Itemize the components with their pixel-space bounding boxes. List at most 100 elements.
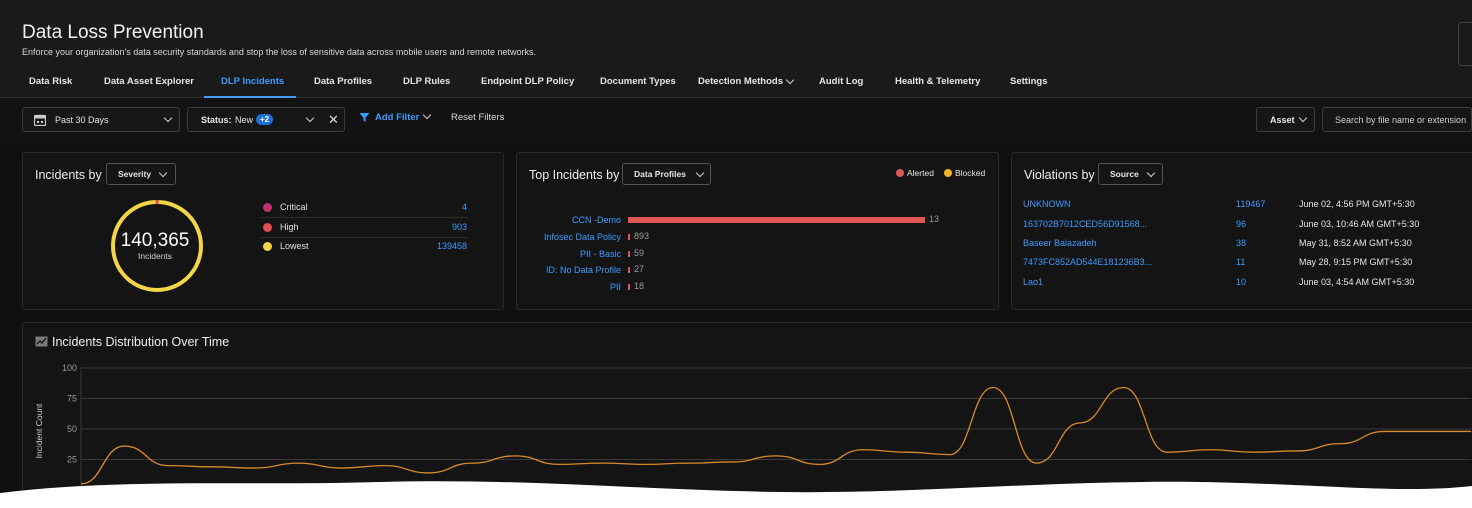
reset-filters-button[interactable]: Reset Filters [451,112,504,123]
tab-dlp-rules[interactable]: DLP Rules [403,76,450,87]
calendar-icon [34,114,46,126]
y-tick-label: 75 [67,394,77,404]
x-tick-label: May 28 [1180,496,1208,506]
violation-count[interactable]: 10 [1236,277,1246,287]
chevron-down-icon [1298,113,1308,123]
bar-value-label: 27 [634,264,645,274]
violation-source[interactable]: Lao1 [1023,277,1043,287]
lowest-dot-icon [263,242,272,251]
bar-mark[interactable] [628,217,925,223]
chevron-down-icon[interactable] [785,75,795,85]
search-input[interactable]: Search by file name or extension [1322,107,1472,132]
clear-filter-icon[interactable]: ✕ [328,112,339,128]
top-incidents-panel: Top Incidents by Data Profiles Alerted B… [516,152,999,310]
tab-data-profiles[interactable]: Data Profiles [314,76,372,87]
x-tick-label: Jun 02 [1406,496,1432,506]
violation-time: June 03, 10:46 AM GMT+5:30 [1299,219,1420,229]
y-axis-label: Incident Count [34,403,44,458]
distribution-panel: Incidents Distribution Over Time 100 75 50… [22,322,1472,508]
violation-time: May 31, 8:52 AM GMT+5:30 [1299,238,1412,248]
violation-time: June 02, 4:56 PM GMT+5:30 [1299,199,1415,209]
bar-mark[interactable] [628,267,630,273]
bar-category-label[interactable]: CCN -Demo [521,215,621,225]
chevron-down-icon [305,113,315,123]
tab-health-telemetry[interactable]: Health & Telemetry [895,76,980,87]
violation-source[interactable]: Baseer Balazadeh [1023,238,1097,248]
tab-data-risk[interactable]: Data Risk [29,76,72,87]
x-tick-label: May 31 [1317,496,1345,506]
bar-category-label[interactable]: PII [521,282,621,292]
x-tick-label: May 13 [486,496,514,506]
x-tick-label: May 15 [579,496,607,506]
chevron-down-icon [163,113,173,123]
tab-dlp-incidents[interactable]: DLP Incidents [221,76,284,87]
incidents-total: 140,365 [120,230,190,251]
x-tick-label: May 29 [1226,496,1254,506]
violation-source[interactable]: 7473FC852AD544E181236B3... [1023,257,1152,267]
panel-title: Violations by [1024,168,1095,182]
violation-time: May 28, 9:15 PM GMT+5:30 [1299,257,1413,267]
incident-count-series-line[interactable] [80,386,1471,485]
tab-data-asset-explorer[interactable]: Data Asset Explorer [104,76,194,87]
bar-category-label[interactable]: ID: No Data Profile [521,265,621,275]
filter-bar: Past 30 Days Status: New +2 ✕ Add Filter… [0,99,1472,142]
severity-select[interactable]: Severity [106,163,176,185]
bar-category-label[interactable]: PII - Basic [521,249,621,259]
severity-count[interactable]: 903 [452,222,467,232]
violation-count[interactable]: 11 [1236,257,1245,267]
x-tick-label: May 16 [624,496,652,506]
date-range-value: Past 30 Days [55,115,109,125]
incidents-by-severity-panel: Incidents by Severity 140,365 Incidents … [22,152,504,310]
page-subtitle: Enforce your organization's data securit… [22,47,536,57]
chevron-down-icon [158,168,168,178]
tab-document-types[interactable]: Document Types [600,76,676,87]
incidents-total-label: Incidents [137,251,173,261]
panel-title: Incidents by [35,168,102,182]
chevron-down-icon[interactable] [422,110,432,120]
violation-source[interactable]: 163702B7012CED56D91568... [1023,219,1147,229]
filter-icon[interactable] [359,112,370,123]
severity-label: High [280,222,299,232]
header-action-box[interactable] [1458,22,1472,66]
severity-row[interactable]: Lowest 139458 [261,238,467,257]
severity-count[interactable]: 139458 [437,241,467,251]
source-select-value: Source [1110,169,1139,179]
status-filter[interactable]: Status: New +2 ✕ [187,107,345,132]
tab-endpoint-dlp-policy[interactable]: Endpoint DLP Policy [481,76,574,87]
bar-mark[interactable] [628,284,630,290]
app-header: Data Loss Prevention Enforce your organi… [0,0,1472,98]
violation-source[interactable]: UNKNOWN [1023,199,1071,209]
asset-select-value: Asset [1270,115,1295,125]
bar-value-label: 18 [634,281,645,291]
x-tick-label: May 14 [532,496,560,506]
severity-row[interactable]: Critical 4 [261,199,467,218]
y-tick-label: 100 [62,363,77,373]
asset-select[interactable]: Asset [1256,107,1315,132]
tab-audit-log[interactable]: Audit Log [819,76,863,87]
bar-mark[interactable] [628,251,630,257]
violation-count[interactable]: 96 [1236,219,1246,229]
status-filter-label: Status: [201,115,232,125]
y-tick-label: 25 [67,455,77,465]
severity-count[interactable]: 4 [462,202,467,212]
bar-mark[interactable] [628,234,630,240]
violation-count[interactable]: 119467 [1236,199,1265,209]
status-filter-value: New [235,115,254,125]
source-select[interactable]: Source [1098,163,1163,185]
date-range-select[interactable]: Past 30 Days [22,107,180,132]
tab-settings[interactable]: Settings [1010,76,1047,87]
dlp-app: Data Loss Prevention Enforce your organi… [0,0,1472,508]
severity-label: Critical [280,202,308,212]
chevron-down-icon [1146,168,1156,178]
page-title: Data Loss Prevention [22,22,204,43]
bar-category-label[interactable]: Infosec Data Policy [521,232,621,242]
severity-row[interactable]: High 903 [261,219,467,238]
x-tick-label: Jun 01 [1364,496,1390,506]
tab-detection-methods[interactable]: Detection Methods [698,76,783,87]
x-tick-label: May 17 [671,496,699,506]
violation-count[interactable]: 38 [1236,238,1246,248]
top-incidents-bar-chart: CCN -Demo 13 Infosec Data Policy 893 PII - B… [517,153,1000,311]
search-placeholder: Search by file name or extension [1335,115,1467,125]
active-tab-indicator [204,96,296,98]
add-filter-button[interactable]: Add Filter [375,112,419,123]
